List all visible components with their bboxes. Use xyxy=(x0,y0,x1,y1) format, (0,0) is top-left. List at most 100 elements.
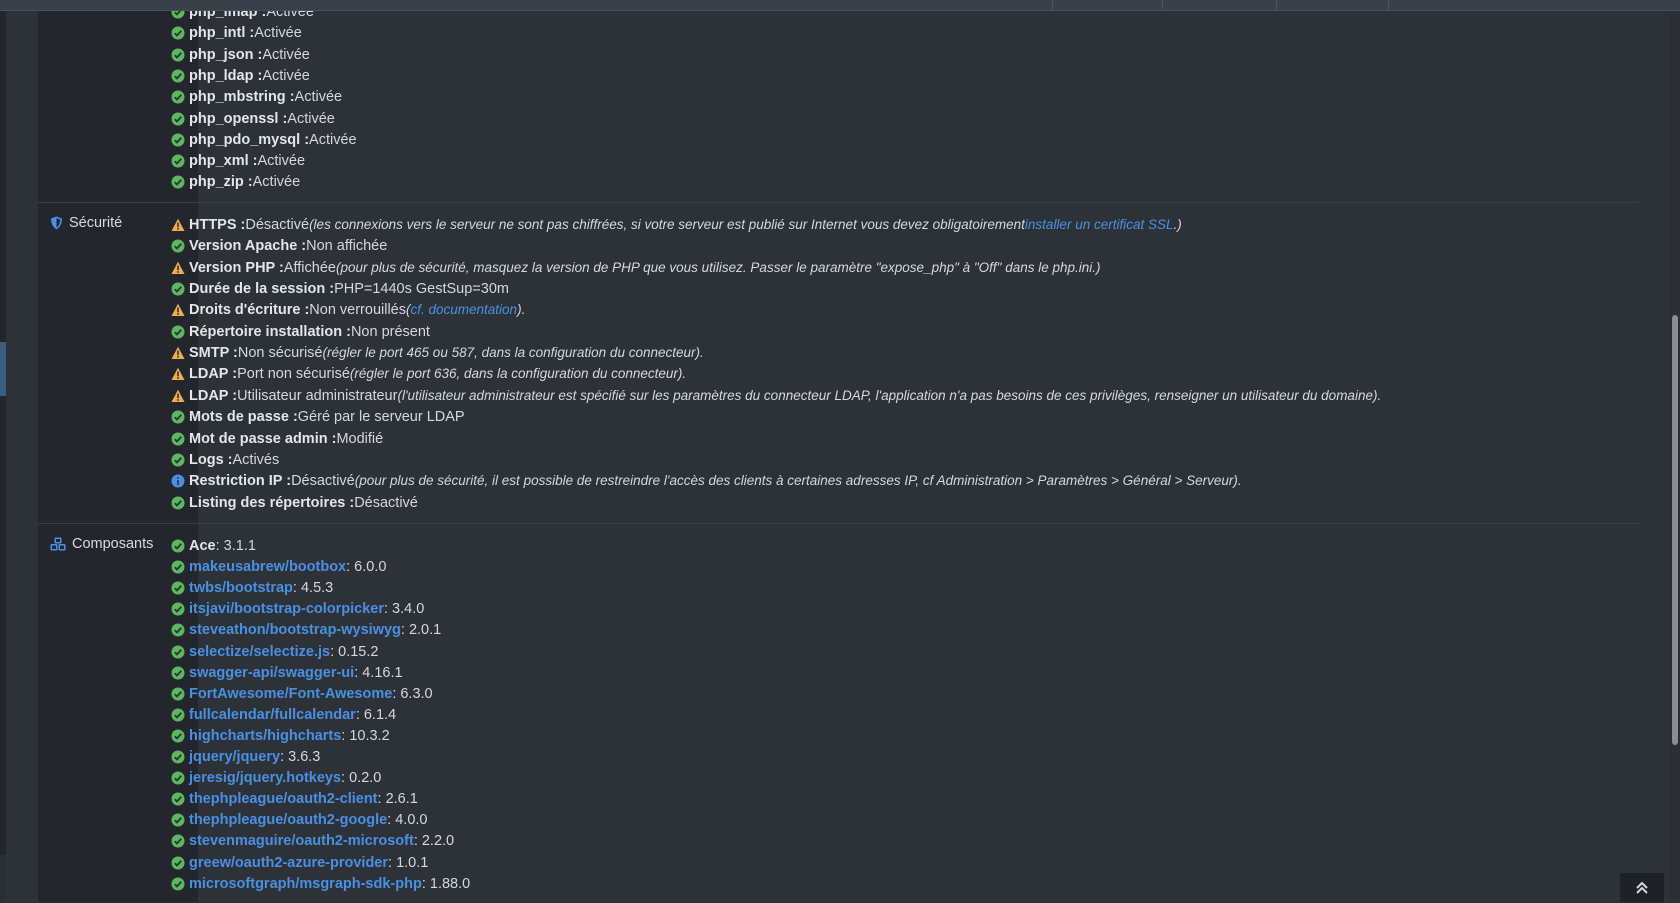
component-row: jeresig/jquery.hotkeys : 0.2.0 xyxy=(171,768,381,788)
sidebar-bottom-marker xyxy=(0,855,6,902)
component-link[interactable]: itsjavi/bootstrap-colorpicker xyxy=(189,599,384,619)
component-version: : 1.0.1 xyxy=(388,854,429,871)
security-check-note: (les connexions vers le serveur ne sont … xyxy=(309,217,1025,232)
component-link[interactable]: greew/oauth2-azure-provider xyxy=(189,853,388,873)
component-link[interactable]: thephpleague/oauth2-client xyxy=(189,789,378,809)
navbar-segment[interactable] xyxy=(1388,0,1389,10)
check-circle-icon xyxy=(171,48,185,62)
warning-triangle-icon xyxy=(171,304,185,317)
component-version: : 2.0.1 xyxy=(400,622,442,639)
component-link[interactable]: makeusabrew/bootbox xyxy=(189,557,346,577)
component-version: : 6.1.4 xyxy=(355,706,397,723)
component-link[interactable]: FortAwesome/Font-Awesome xyxy=(189,684,392,704)
security-check-name: HTTPS : xyxy=(189,217,246,233)
security-check-note: (régler le port 465 ou 587, dans la conf… xyxy=(322,345,704,361)
component-link[interactable]: fullcalendar/fullcalendar xyxy=(189,705,356,725)
extension-status: Activée xyxy=(262,67,310,84)
component-link[interactable]: stevenmaguire/oauth2-microsoft xyxy=(189,831,414,851)
scrollbar-thumb[interactable] xyxy=(1672,315,1678,745)
warning-triangle-icon xyxy=(171,218,185,231)
extension-row: php_intl : Activée xyxy=(171,23,302,43)
security-check-note-end: ). xyxy=(517,302,526,318)
extension-row: php_xml : Activée xyxy=(171,151,305,171)
component-row: swagger-api/swagger-ui : 4.16.1 xyxy=(171,663,403,683)
component-version: : 6.3.0 xyxy=(392,685,433,702)
extension-status: Activée xyxy=(262,46,310,63)
security-check-note: (l'utilisateur administrateur est spécif… xyxy=(397,387,1382,403)
extension-status: Activée xyxy=(287,110,335,127)
component-link[interactable]: steveathon/bootstrap-wysiwyg xyxy=(189,620,401,640)
security-check-row: Mots de passe : Géré par le serveur LDAP xyxy=(171,407,465,427)
component-link[interactable]: jquery/jquery xyxy=(189,747,280,767)
check-circle-icon xyxy=(171,560,185,574)
component-version: : 4.0.0 xyxy=(387,812,428,829)
check-circle-icon xyxy=(171,729,185,743)
component-row: jquery/jquery : 3.6.3 xyxy=(171,747,320,767)
warning-triangle-icon xyxy=(171,261,185,274)
security-check-value: Utilisateur administrateur xyxy=(237,387,398,404)
security-doc-link[interactable]: cf. documentation xyxy=(411,300,518,320)
security-check-name: Droits d'écriture : xyxy=(189,302,310,319)
component-row: Ace : 3.1.1 xyxy=(171,536,256,556)
navbar-segment[interactable] xyxy=(1052,0,1053,10)
component-link[interactable]: highcharts/highcharts xyxy=(189,726,341,746)
component-row: itsjavi/bootstrap-colorpicker : 3.4.0 xyxy=(171,599,424,619)
check-circle-icon xyxy=(171,282,185,296)
back-to-top-button[interactable] xyxy=(1620,873,1664,902)
page-scrollbar[interactable] xyxy=(1670,0,1680,902)
navbar-segment[interactable] xyxy=(1162,0,1163,10)
security-check-value: Géré par le serveur LDAP xyxy=(297,409,465,426)
security-check-value: Affichée xyxy=(283,259,336,276)
component-link[interactable]: microsoftgraph/msgraph-sdk-php xyxy=(189,874,422,894)
component-link[interactable]: twbs/bootstrap xyxy=(189,578,293,598)
security-check-row: HTTPS : Désactivé (les connexions vers l… xyxy=(171,215,1182,235)
component-link[interactable]: jeresig/jquery.hotkeys xyxy=(189,768,341,788)
security-check-row: LDAP : Utilisateur administrateur (l'uti… xyxy=(171,386,1381,406)
security-doc-link[interactable]: installer un certificat SSL xyxy=(1025,215,1174,235)
component-link[interactable]: selectize/selectize.js xyxy=(189,642,330,662)
security-label: Sécurité xyxy=(69,215,123,231)
security-check-name: Mot de passe admin : xyxy=(189,430,337,447)
extension-status: Activée xyxy=(309,131,357,148)
extension-status: Activée xyxy=(257,153,306,170)
component-row: microsoftgraph/msgraph-sdk-php : 1.88.0 xyxy=(171,874,470,894)
section-extensions-content xyxy=(198,0,1638,202)
component-link[interactable]: thephpleague/oauth2-google xyxy=(189,810,387,830)
component-version: : 6.0.0 xyxy=(346,559,387,576)
security-check-note: (régler le port 636, dans la configurati… xyxy=(349,366,687,382)
component-row: steveathon/bootstrap-wysiwyg : 2.0.1 xyxy=(171,620,441,640)
check-circle-icon xyxy=(171,666,185,680)
check-circle-icon xyxy=(171,645,185,658)
security-check-value: Désactivé xyxy=(291,473,355,490)
check-circle-icon xyxy=(171,69,185,83)
component-version: : 2.2.0 xyxy=(413,833,455,850)
check-circle-icon xyxy=(171,539,185,553)
component-row: twbs/bootstrap : 4.5.3 xyxy=(171,578,333,598)
security-check-value: Désactivé xyxy=(245,217,310,233)
check-circle-icon xyxy=(171,834,185,848)
check-circle-icon xyxy=(171,175,185,189)
check-circle-icon xyxy=(171,496,185,510)
component-version: : 10.3.2 xyxy=(341,727,390,744)
security-check-name: LDAP : xyxy=(189,366,238,383)
security-check-name: LDAP : xyxy=(189,387,238,404)
check-circle-icon xyxy=(171,708,185,722)
extension-name: php_json : xyxy=(189,46,263,63)
security-check-row: Version PHP : Affichée (pour plus de séc… xyxy=(171,258,1101,278)
security-check-note-end: .) xyxy=(1173,217,1182,232)
component-version: : 2.6.1 xyxy=(377,791,418,808)
info-circle-icon xyxy=(171,474,185,488)
extension-name: php_ldap : xyxy=(189,67,263,84)
section-security-label: Sécurité xyxy=(50,215,122,231)
extension-name: php_intl : xyxy=(189,25,255,42)
navbar-segment[interactable] xyxy=(1276,0,1277,10)
component-version: : 4.5.3 xyxy=(292,580,334,597)
extension-row: php_zip : Activée xyxy=(171,172,300,192)
chevron-double-up-icon xyxy=(1636,881,1648,894)
component-version: : 3.1.1 xyxy=(215,538,256,554)
security-check-value: Non sécurisé xyxy=(237,345,323,362)
component-link[interactable]: swagger-api/swagger-ui xyxy=(189,663,354,683)
security-check-row: Version Apache : Non affichée xyxy=(171,236,387,256)
component-version: : 0.15.2 xyxy=(330,643,379,660)
check-circle-icon xyxy=(171,581,185,595)
